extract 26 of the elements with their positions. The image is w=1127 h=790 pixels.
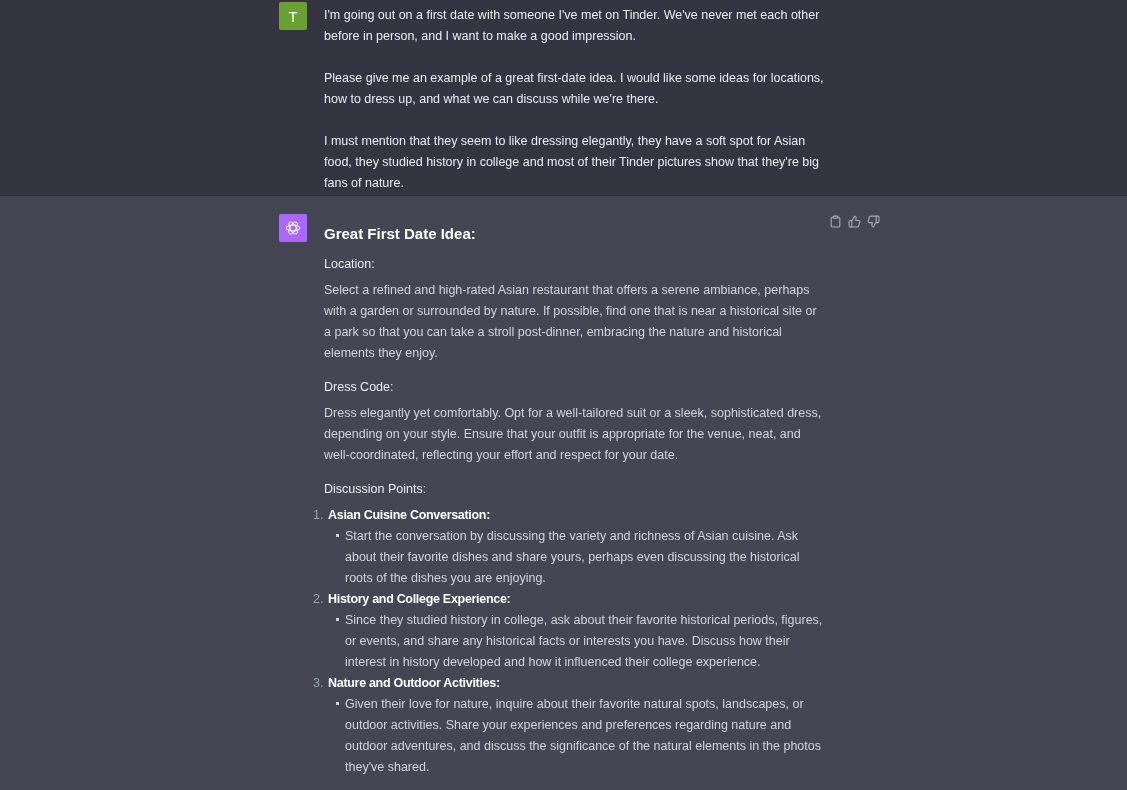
copy-button[interactable] bbox=[829, 214, 842, 228]
response-title: Great First Date Idea: bbox=[324, 224, 477, 244]
section-paragraph: Dress elegantly yet comfortably. Opt for a well-tailored suit or a sleek, sophisticated dress, depending on your style. Ensure that your outfit is appropriate for the venue, neat, and well-coordinated, reflecting your effort and respect for your date. bbox=[324, 405, 823, 464]
thumbs-down-button[interactable] bbox=[867, 214, 880, 228]
bullet-icon bbox=[336, 618, 339, 621]
bullet-text: Since they studied history in college, ask about their favorite historical periods, figures, or events, and share any historical facts or interests you have. Discuss how their interest in history developed and how it influenced their college experience. bbox=[345, 612, 823, 671]
section-paragraph: Select a refined and high-rated Asian restaurant that offers a serene ambiance, perhaps with a garden or surrounded by nature. If possible, find one that is near a historical site or a park so that you can take a stroll post-dinner, embracing the nature and historical elements they enjoy. bbox=[324, 282, 818, 362]
message-paragraph: Please give me an example of a great first-date idea. I would like some ideas for locations, how to dress up, and what we can discuss while we're there. bbox=[324, 70, 824, 108]
point-title: Nature and Outdoor Activities: bbox=[328, 675, 500, 692]
knot-logo-icon bbox=[284, 219, 302, 237]
section-heading: Discussion Points: bbox=[324, 481, 428, 498]
section-heading: Location: bbox=[324, 256, 376, 273]
message-paragraph: I'm going out on a first date with someone I've met on Tinder. We've never met each other before in person, and I want to make a good impression. bbox=[324, 7, 821, 45]
bullet-icon bbox=[336, 534, 339, 537]
bullet-text: Start the conversation by discussing the variety and richness of Asian cuisine. Ask about their favorite dishes and share yours, perhaps even discussing the historical roots of the dishes you are enjoying. bbox=[345, 528, 801, 587]
point-title: Asian Cuisine Conversation: bbox=[328, 507, 491, 524]
thumbs-up-button[interactable] bbox=[848, 214, 861, 228]
bullet-icon bbox=[336, 702, 339, 705]
user-avatar: T bbox=[279, 2, 307, 30]
bullet-text: Given their love for nature, inquire about their favorite natural spots, landscapes, or outdoor activities. Share your experiences and preferences regarding nature and outdoor adventures, and discuss the significance of the natural elements in the photos they've shared. bbox=[345, 696, 822, 776]
list-number: 2. bbox=[313, 591, 325, 608]
point-title: History and College Experience: bbox=[328, 591, 511, 608]
list-number: 3. bbox=[313, 675, 325, 692]
list-number: 1. bbox=[313, 507, 325, 524]
section-heading: Dress Code: bbox=[324, 379, 395, 396]
message-paragraph: I must mention that they seem to like dressing elegantly, they have a soft spot for Asian food, they studied history in college and most of their Tinder pictures show that they're big fans of nature. bbox=[324, 133, 821, 192]
